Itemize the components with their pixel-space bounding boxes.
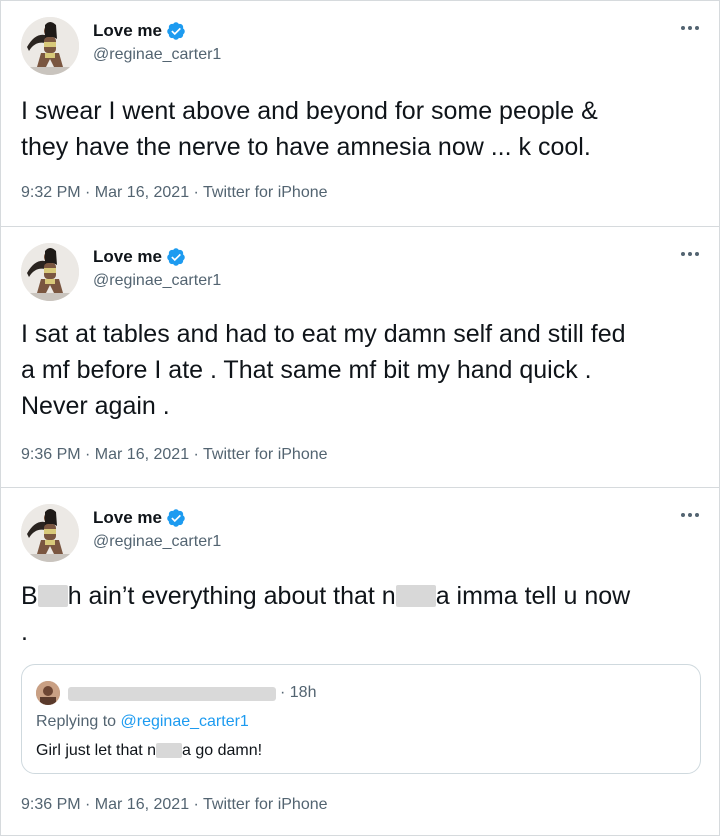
replying-handle-link[interactable]: @reginae_carter1 xyxy=(121,713,249,730)
verified-badge-icon xyxy=(167,509,185,527)
tweet-text: I swear I went above and beyond for some… xyxy=(21,93,701,165)
author-names: Love me @reginae_carter1 xyxy=(93,21,221,64)
quoted-author-blurred xyxy=(68,687,276,701)
text-fragment: B xyxy=(21,582,38,610)
tweet-timestamp[interactable]: 9:36 PM · Mar 16, 2021 · Twitter for iPh… xyxy=(21,796,328,814)
tweet-timestamp[interactable]: 9:36 PM · Mar 16, 2021 · Twitter for iPh… xyxy=(21,446,328,464)
tweet-text: I sat at tables and had to eat my damn s… xyxy=(21,316,701,424)
censor-blur xyxy=(156,743,183,758)
tweet-text-line: Bh ain’t everything about that n a imma t… xyxy=(21,578,701,614)
avatar[interactable] xyxy=(21,504,79,562)
tweet-text-line: I sat at tables and had to eat my damn s… xyxy=(21,320,626,348)
more-options-icon[interactable] xyxy=(679,508,701,522)
replying-prefix: Replying to xyxy=(36,713,121,730)
text-fragment: Girl just let that n xyxy=(36,742,157,759)
tweet-text-line: I swear I went above and beyond for some… xyxy=(21,97,598,125)
replying-to: Replying to @reginae_carter1 xyxy=(36,713,249,731)
text-fragment: h ain’t everything about that n xyxy=(67,582,396,610)
tweet-text-line: a mf before I ate . That same mf bit my … xyxy=(21,356,592,384)
avatar[interactable] xyxy=(21,17,79,75)
more-options-icon[interactable] xyxy=(679,21,701,35)
handle[interactable]: @reginae_carter1 xyxy=(93,46,221,64)
avatar[interactable] xyxy=(21,243,79,301)
quoted-text: Girl just let that n a go damn! xyxy=(36,742,262,760)
quoted-avatar[interactable] xyxy=(36,681,60,705)
author-names: Love me @reginae_carter1 xyxy=(93,508,221,551)
text-fragment: a go damn! xyxy=(182,742,263,759)
display-name[interactable]: Love me xyxy=(93,247,162,267)
tweet-card-3[interactable]: Love me @reginae_carter1 Bh ain’t everyt… xyxy=(0,487,720,836)
censor-blur xyxy=(37,585,68,607)
tweet-text-line: they have the nerve to have amnesia now … xyxy=(21,133,591,161)
author-names: Love me @reginae_carter1 xyxy=(93,247,221,290)
tweet-text-line: . xyxy=(21,618,28,646)
handle[interactable]: @reginae_carter1 xyxy=(93,533,221,551)
more-options-icon[interactable] xyxy=(679,247,701,261)
tweet-text-line: Never again . xyxy=(21,392,170,420)
quoted-time[interactable]: · 18h xyxy=(280,684,316,702)
text-fragment: a imma tell u now xyxy=(435,582,631,610)
verified-badge-icon xyxy=(167,248,185,266)
tweet-header: Love me @reginae_carter1 xyxy=(21,243,701,303)
display-name[interactable]: Love me xyxy=(93,21,162,41)
tweet-card-2[interactable]: Love me @reginae_carter1 I sat at tables… xyxy=(0,226,720,488)
tweet-card-1[interactable]: Love me @reginae_carter1 I swear I went … xyxy=(0,0,720,227)
quoted-tweet[interactable]: · 18h Replying to @reginae_carter1 Girl … xyxy=(21,664,701,774)
tweet-header: Love me @reginae_carter1 xyxy=(21,17,701,77)
tweet-timestamp[interactable]: 9:32 PM · Mar 16, 2021 · Twitter for iPh… xyxy=(21,184,328,202)
censor-blur xyxy=(395,585,436,607)
tweet-text: Bh ain’t everything about that n a imma t… xyxy=(21,578,701,650)
display-name[interactable]: Love me xyxy=(93,508,162,528)
verified-badge-icon xyxy=(167,22,185,40)
tweet-header: Love me @reginae_carter1 xyxy=(21,504,701,564)
handle[interactable]: @reginae_carter1 xyxy=(93,272,221,290)
